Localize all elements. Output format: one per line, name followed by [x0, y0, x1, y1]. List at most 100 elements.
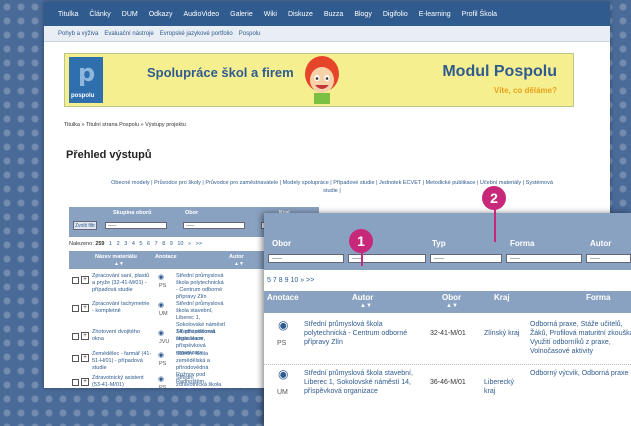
nav-wiki[interactable]: Wiki: [264, 11, 277, 18]
page-link-next[interactable]: »: [188, 241, 191, 247]
nav-diskuze[interactable]: Diskuze: [288, 11, 313, 18]
expand-plus-icon[interactable]: +: [81, 354, 89, 362]
eye-icon[interactable]: ◉: [158, 301, 164, 309]
page-link-last[interactable]: >>: [306, 277, 314, 284]
material-name[interactable]: Zpracování saní, plastů a pryže (32-41-M…: [92, 273, 152, 294]
row-checkbox[interactable]: [72, 305, 79, 312]
nav-digifolio[interactable]: Digifolio: [383, 11, 408, 18]
filter-select-skupina[interactable]: -----: [105, 222, 167, 229]
page-link-5[interactable]: 5: [267, 277, 271, 284]
col-forma[interactable]: Forma: [586, 293, 610, 302]
eye-icon[interactable]: ◉: [158, 351, 164, 359]
expand-plus-icon[interactable]: +: [81, 378, 89, 386]
expand-plus-icon[interactable]: +: [81, 304, 89, 312]
material-obor: 36-46-M/01: [430, 379, 466, 386]
row-checkbox[interactable]: [72, 355, 79, 362]
material-forma[interactable]: Odborná praxe, Stáže učitelů, Žáků, Prof…: [530, 320, 631, 356]
material-author[interactable]: Střední průmyslová škola stavební, Liber…: [304, 369, 424, 396]
nav-odkazy[interactable]: Odkazy: [149, 11, 173, 18]
col-nazev[interactable]: Název materiálu: [95, 254, 137, 260]
page-link-5[interactable]: 5: [139, 241, 142, 247]
eye-icon[interactable]: ◉: [278, 368, 288, 380]
page-link-last[interactable]: >>: [196, 241, 202, 247]
row-checkbox[interactable]: [72, 333, 79, 340]
col-autor[interactable]: Autor: [229, 254, 244, 260]
material-type: UM: [277, 389, 288, 396]
zoom-select-autor[interactable]: -----: [586, 254, 631, 263]
material-name[interactable]: Zemědělec - farmář (41-51-H/01) - případ…: [92, 351, 152, 372]
page-link-2[interactable]: 2: [117, 241, 120, 247]
filter-select-obor[interactable]: -----: [183, 222, 245, 229]
zoom-select-typ[interactable]: -----: [430, 254, 502, 263]
material-name[interactable]: Zpracování tachymetrie - kompletně: [92, 301, 152, 315]
page-link-8[interactable]: 8: [162, 241, 165, 247]
material-name[interactable]: Zhotovení dvojitého okna: [92, 329, 152, 343]
zoom-select-1[interactable]: -----: [268, 254, 344, 263]
page-link-3[interactable]: 3: [124, 241, 127, 247]
col-anotace[interactable]: Anotace: [267, 293, 299, 302]
eye-icon[interactable]: ◉: [158, 329, 164, 337]
page-link-9[interactable]: 9: [170, 241, 173, 247]
eye-icon[interactable]: ◉: [278, 319, 288, 331]
page-link-7[interactable]: 7: [273, 277, 277, 284]
nav-galerie[interactable]: Galerie: [230, 11, 253, 18]
table-row: ◉ UM Střední průmyslová škola stavební, …: [264, 364, 631, 411]
breadcrumb[interactable]: Titulka » Titulní strana Pospolu » Výstu…: [64, 122, 186, 128]
page-link-9[interactable]: 9: [285, 277, 289, 284]
col-kraj[interactable]: Kraj: [494, 293, 510, 302]
material-author[interactable]: Střední průmyslová škola polytechnická -…: [176, 273, 226, 301]
page-title: Přehled výstupů: [66, 149, 152, 161]
material-kraj[interactable]: Liberecký kraj: [484, 378, 524, 396]
sort-arrows-icon[interactable]: ▲▼: [446, 303, 458, 309]
sort-arrows-icon[interactable]: ▲▼: [114, 261, 124, 267]
expand-plus-icon[interactable]: +: [81, 332, 89, 340]
sort-arrows-icon[interactable]: ▲▼: [234, 261, 244, 267]
subnav-portfolio[interactable]: Evropské jazykové portfolio: [160, 31, 233, 37]
nav-dum[interactable]: DUM: [122, 11, 138, 18]
material-type: JVU: [159, 339, 170, 345]
nav-buzza[interactable]: Buzza: [324, 11, 343, 18]
nav-blogy[interactable]: Blogy: [354, 11, 372, 18]
material-author[interactable]: Střední průmyslová škola polytechnická -…: [304, 320, 424, 347]
eye-icon[interactable]: ◉: [158, 273, 164, 281]
material-kraj[interactable]: Zlínský kraj: [484, 329, 524, 338]
filter-submit-button[interactable]: Zvolit filtr: [73, 221, 97, 230]
subnav-pospolu[interactable]: Pospolu: [239, 31, 261, 37]
eye-icon[interactable]: ◉: [158, 375, 164, 383]
banner-tagline[interactable]: Víte, co děláme?: [494, 86, 557, 95]
material-forma[interactable]: Odborný výcvik, Odborná praxe: [530, 369, 631, 378]
zoom-select-obor[interactable]: -----: [348, 254, 426, 263]
nav-elearning[interactable]: E-learning: [419, 11, 451, 18]
col-obor[interactable]: Obor: [442, 293, 461, 302]
sort-arrows-icon[interactable]: ▲▼: [360, 303, 372, 309]
col-autor[interactable]: Autor: [352, 293, 373, 302]
nav-profil-skola[interactable]: Profil Škola: [462, 11, 497, 18]
page-link-6[interactable]: 6: [147, 241, 150, 247]
material-type: PS: [159, 361, 167, 367]
subnav-evaluacni[interactable]: Evaluační nástroje: [104, 31, 153, 37]
expand-plus-icon[interactable]: +: [81, 276, 89, 284]
subnav-pohyb[interactable]: Pohyb a výživa: [58, 31, 98, 37]
material-type: UM: [159, 311, 168, 317]
page-link-1[interactable]: 1: [109, 241, 112, 247]
nav-audiovideo[interactable]: AudioVideo: [183, 11, 219, 18]
page-link-10[interactable]: 10: [177, 241, 183, 247]
row-checkbox[interactable]: [72, 277, 79, 284]
zoom-pager: 5 7 8 9 10 » >>: [267, 277, 314, 284]
zoom-select-forma[interactable]: -----: [506, 254, 582, 263]
nav-clanky[interactable]: Články: [89, 11, 110, 18]
zoom-label-typ: Typ: [432, 239, 446, 248]
nav-titulka[interactable]: Titulka: [58, 11, 78, 18]
zoom-label-forma: Forma: [510, 239, 535, 248]
row-checkbox[interactable]: [72, 379, 79, 386]
page-link-10[interactable]: 10: [290, 277, 298, 284]
col-anotace[interactable]: Anotace: [155, 254, 177, 260]
pospolu-banner[interactable]: p pospolu Spolupráce škol a firem Modul …: [64, 53, 574, 107]
module-title: Modul Pospolu: [442, 63, 557, 80]
page-link-4[interactable]: 4: [132, 241, 135, 247]
material-name[interactable]: Zdravotnický asistent (53-41-M/01): [92, 375, 152, 388]
page-link-8[interactable]: 8: [279, 277, 283, 284]
page-link-next[interactable]: »: [300, 277, 304, 284]
page-link-7[interactable]: 7: [155, 241, 158, 247]
material-author[interactable]: Střední zdravotnická škola: [176, 375, 226, 388]
